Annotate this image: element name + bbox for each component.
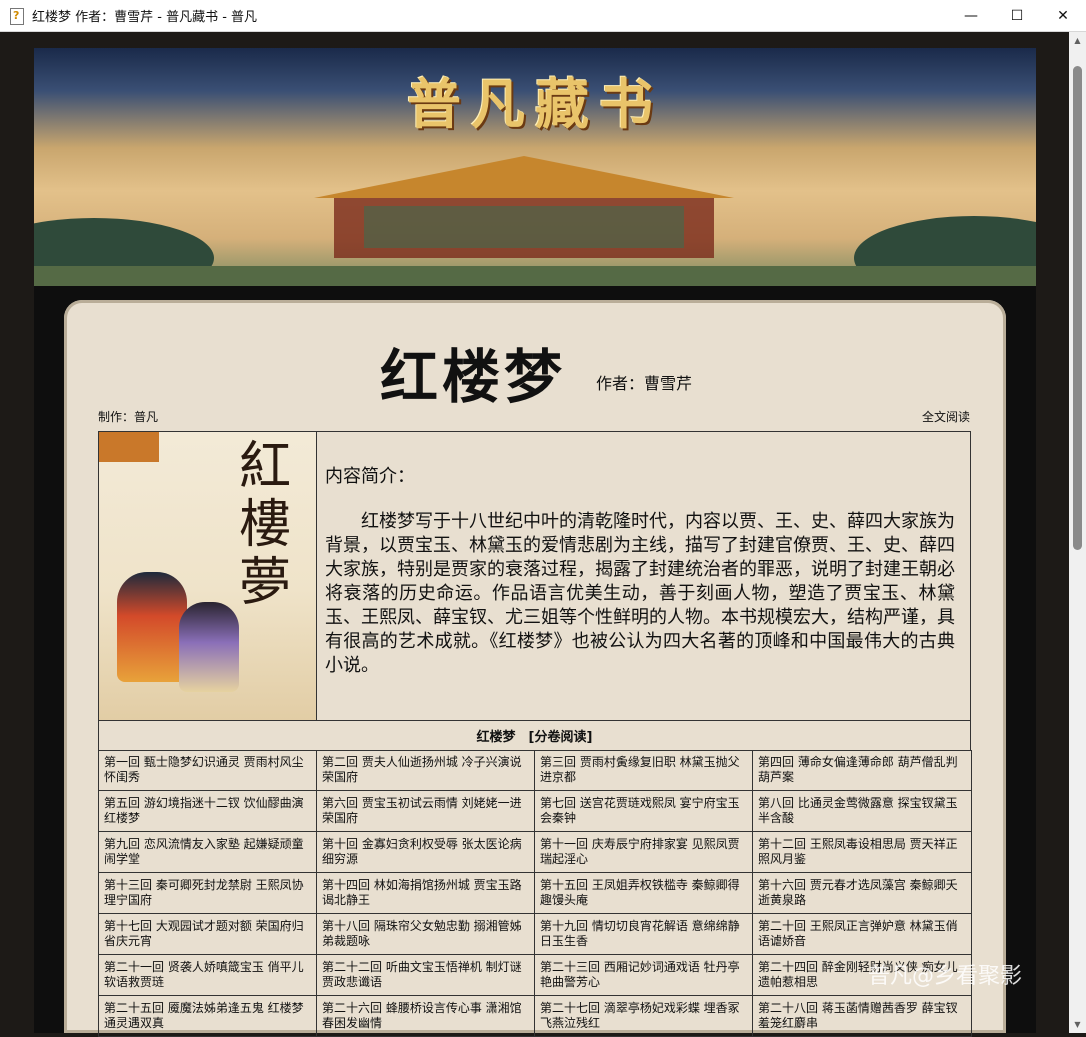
intro-heading: 内容简介： <box>325 466 415 487</box>
banner-image: 普凡藏书 <box>34 48 1036 286</box>
author-label: 作者：曹雪芹 <box>596 374 693 393</box>
chapter-link[interactable]: 第二十三回 西厢记妙词通戏语 牡丹亭艳曲警芳心 <box>535 955 753 996</box>
chapter-link[interactable]: 第六回 贾宝玉初试云雨情 刘姥姥一进荣国府 <box>317 791 535 832</box>
chapter-link[interactable]: 第二十二回 听曲文宝玉悟禅机 制灯谜贾政悲谶语 <box>317 955 535 996</box>
chapters-header: 红楼梦 [分卷阅读] <box>98 720 971 751</box>
chapter-link[interactable]: 第九回 恋风流情友入家塾 起嫌疑顽童闹学堂 <box>99 832 317 873</box>
minimize-button[interactable]: — <box>948 0 994 32</box>
chapter-link[interactable]: 第二十七回 滴翠亭杨妃戏彩蝶 埋香冢飞燕泣残红 <box>535 996 753 1037</box>
chapter-link[interactable]: 第十回 金寡妇贪利权受辱 张太医论病细穷源 <box>317 832 535 873</box>
chapter-link[interactable]: 第十一回 庆寿辰宁府排家宴 见熙凤贾瑞起淫心 <box>535 832 753 873</box>
chapter-link[interactable]: 第二十八回 蒋玉菡情赠茜香罗 薛宝钗羞笼红麝串 <box>753 996 972 1037</box>
watermark-text: 普凡@乡看聚影 <box>868 964 1023 989</box>
book-title: 红楼梦 <box>380 343 567 411</box>
chapter-link[interactable]: 第二十六回 蜂腰桥设言传心事 潇湘馆春困发幽情 <box>317 996 535 1037</box>
scroll-up-icon[interactable]: ▲ <box>1069 32 1086 49</box>
chapter-link[interactable]: 第十三回 秦可卿死封龙禁尉 王熙凤协理宁国府 <box>99 873 317 914</box>
window-title: 红楼梦 作者：曹雪芹 - 普凡藏书 - 普凡 <box>32 10 258 25</box>
scroll-thumb[interactable] <box>1073 66 1082 550</box>
chapter-link[interactable]: 第十五回 王凤姐弄权铁槛寺 秦鲸卿得趣馒头庵 <box>535 873 753 914</box>
chapter-link[interactable]: 第十二回 王熙凤毒设相思局 贾天祥正照风月鉴 <box>753 832 972 873</box>
chapter-link[interactable]: 第十九回 情切切良宵花解语 意绵绵静日玉生香 <box>535 914 753 955</box>
chapter-link[interactable]: 第十八回 隔珠帘父女勉忠勤 搦湘管姊弟裁题咏 <box>317 914 535 955</box>
chapter-link[interactable]: 第三回 贾雨村夤缘复旧职 林黛玉抛父进京都 <box>535 750 753 791</box>
window-titlebar: ? 红楼梦 作者：曹雪芹 - 普凡藏书 - 普凡 — ☐ ✕ <box>0 0 1086 32</box>
chapter-link[interactable]: 第七回 送宫花贾琏戏熙凤 宴宁府宝玉会秦钟 <box>535 791 753 832</box>
close-button[interactable]: ✕ <box>1040 0 1086 32</box>
maker-label: 制作：普凡 <box>98 410 159 424</box>
fulltext-link[interactable]: 全文阅读 <box>922 408 970 425</box>
chapter-link[interactable]: 第一回 甄士隐梦幻识通灵 贾雨村风尘怀闺秀 <box>99 750 317 791</box>
chapter-link[interactable]: 第四回 薄命女偏逢薄命郎 葫芦僧乱判葫芦案 <box>753 750 972 791</box>
maximize-button[interactable]: ☐ <box>994 0 1040 32</box>
chapter-link[interactable]: 第二十回 王熙凤正言弹妒意 林黛玉俏语谑娇音 <box>753 914 972 955</box>
scroll-down-icon[interactable]: ▼ <box>1069 1016 1086 1033</box>
book-cover-image: 紅樓夢 <box>99 432 317 720</box>
chapter-link[interactable]: 第二十五回 魇魔法姊弟逢五鬼 红楼梦通灵遇双真 <box>99 996 317 1037</box>
cover-title: 紅樓夢 <box>239 437 292 613</box>
chapter-link[interactable]: 第五回 游幻境指迷十二钗 饮仙醪曲演红楼梦 <box>99 791 317 832</box>
chapter-link[interactable]: 第二十一回 贤袭人娇嗔箴宝玉 俏平儿软语救贾琏 <box>99 955 317 996</box>
app-icon: ? <box>8 7 26 25</box>
window-controls: — ☐ ✕ <box>948 0 1086 32</box>
chapter-link[interactable]: 第二回 贾夫人仙逝扬州城 冷子兴演说荣国府 <box>317 750 535 791</box>
chapter-link[interactable]: 第十四回 林如海捐馆扬州城 贾宝玉路谒北静王 <box>317 873 535 914</box>
vertical-scrollbar[interactable]: ▲ ▼ <box>1069 32 1086 1033</box>
banner-title: 普凡藏书 <box>407 72 663 136</box>
chapter-link[interactable]: 第十六回 贾元春才选凤藻宫 秦鲸卿夭逝黄泉路 <box>753 873 972 914</box>
chapter-link[interactable]: 第八回 比通灵金莺微露意 探宝钗黛玉半含酸 <box>753 791 972 832</box>
book-info-box: 紅樓夢 内容简介： 红楼梦写于十八世纪中叶的清乾隆时代，内容以贾、王、史、薛四大… <box>98 431 971 721</box>
intro-text: 红楼梦写于十八世纪中叶的清乾隆时代，内容以贾、王、史、薛四大家族为背景，以贾宝玉… <box>325 511 955 676</box>
chapter-grid: 第一回 甄士隐梦幻识通灵 贾雨村风尘怀闺秀 第二回 贾夫人仙逝扬州城 冷子兴演说… <box>98 750 972 1037</box>
chapter-link[interactable]: 第十七回 大观园试才题对额 荣国府归省庆元宵 <box>99 914 317 955</box>
